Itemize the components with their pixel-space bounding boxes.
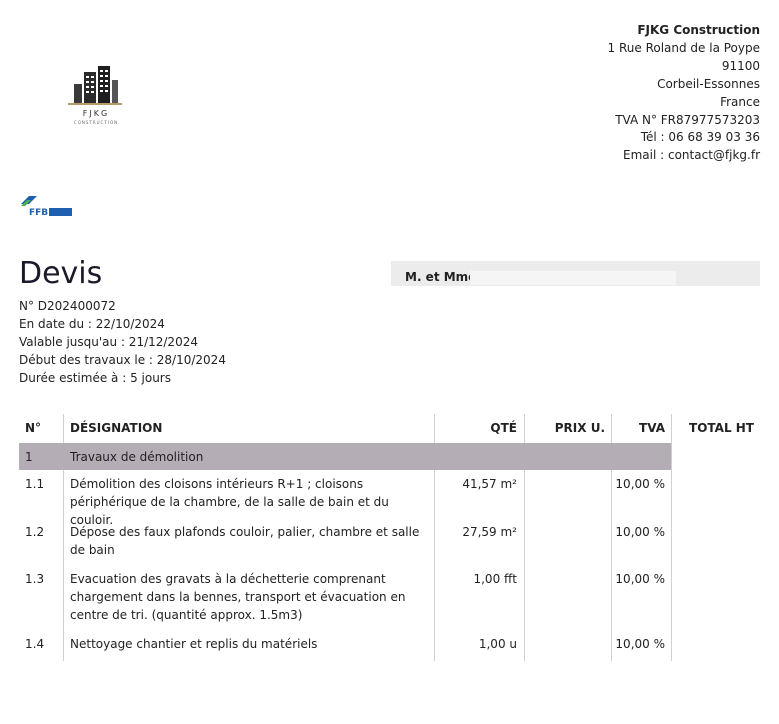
company-postcode: 91100 xyxy=(721,58,760,73)
ffb-label: FFB xyxy=(29,208,48,218)
table-header: N° DÉSIGNATION QTÉ PRIX U. TVA TOTAL HT xyxy=(19,414,760,443)
company-name: FJKG Construction xyxy=(637,23,760,37)
row-qty: 1,00 u xyxy=(478,637,517,651)
company-phone: Tél : 06 68 39 03 36 xyxy=(640,130,760,145)
row-designation: Démolition des cloisons intérieurs R+1 ;… xyxy=(70,477,389,527)
row-number: 1.4 xyxy=(25,637,45,651)
row-vat: 10,00 % xyxy=(615,637,665,651)
client-name-redacted xyxy=(470,271,676,285)
row-designation: Evacuation des gravats à la déchetterie … xyxy=(70,572,406,622)
document-valid-until: Valable jusqu'au : 21/12/2024 xyxy=(19,335,198,349)
column-divider xyxy=(671,414,672,661)
row-qty: 1,00 fft xyxy=(473,572,517,586)
row-number: 1.3 xyxy=(25,572,45,586)
row-vat: 10,00 % xyxy=(615,477,665,491)
row-qty: 41,57 m² xyxy=(462,477,517,491)
row-number: 1.1 xyxy=(25,477,45,491)
company-vat: TVA N° FR87977573203 xyxy=(615,112,760,127)
header-unit-price: PRIX U. xyxy=(554,421,605,435)
document-date: En date du : 22/10/2024 xyxy=(19,317,165,331)
document-title: Devis xyxy=(19,256,103,291)
client-box: M. et Mme xyxy=(391,261,760,286)
company-email: Email : contact@fjkg.fr xyxy=(623,148,760,163)
header-designation: DÉSIGNATION xyxy=(70,421,163,435)
document-duration: Durée estimée à : 5 jours xyxy=(19,371,171,385)
company-address: 1 Rue Roland de la Poype xyxy=(607,40,760,55)
header-no: N° xyxy=(25,421,42,435)
row-designation: Dépose des faux plafonds couloir, palier… xyxy=(70,525,420,557)
section-label: Travaux de démolition xyxy=(70,450,204,464)
row-qty: 27,59 m² xyxy=(462,525,517,539)
logo-name: FJKG xyxy=(82,109,110,118)
client-name: M. et Mme xyxy=(405,270,477,284)
logo-subtitle: CONSTRUCTION xyxy=(73,120,119,125)
ffb-badge-icon: FFB xyxy=(21,196,72,218)
row-designation: Nettoyage chantier et replis du matériel… xyxy=(70,637,318,651)
section-row: 1 Travaux de démolition xyxy=(19,443,671,470)
company-city: Corbeil-Essonnes xyxy=(657,76,760,91)
section-number: 1 xyxy=(25,450,33,464)
row-vat: 10,00 % xyxy=(615,525,665,539)
header-vat: TVA xyxy=(639,421,665,435)
ffb-logo: FFB xyxy=(19,194,73,222)
row-vat: 10,00 % xyxy=(615,572,665,586)
document-number: N° D202400072 xyxy=(19,299,116,313)
row-number: 1.2 xyxy=(25,525,45,539)
document-start-date: Début des travaux le : 28/10/2024 xyxy=(19,353,226,367)
header-qty: QTÉ xyxy=(490,421,517,435)
company-country: France xyxy=(720,94,760,109)
company-info: FJKG Construction 1 Rue Roland de la Poy… xyxy=(608,22,760,165)
company-logo xyxy=(60,62,130,110)
document-meta: N° D202400072 En date du : 22/10/2024 Va… xyxy=(19,297,226,387)
header-total: TOTAL HT xyxy=(689,421,754,435)
building-icon xyxy=(68,66,122,105)
